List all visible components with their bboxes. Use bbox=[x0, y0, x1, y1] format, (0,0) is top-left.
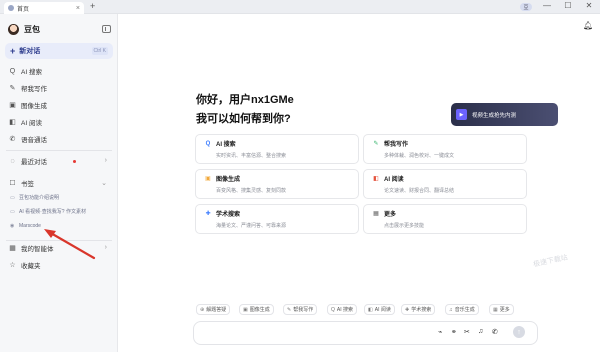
video-promo-banner[interactable]: ▶ 视频生成抢先内测 bbox=[451, 103, 558, 126]
scissors-icon[interactable]: ✂ bbox=[464, 328, 470, 336]
card-desc: 实时资讯、丰富信源、整合搜索 bbox=[216, 153, 287, 159]
card-desc: 海量论文、严谨问答、可靠来源 bbox=[216, 223, 287, 229]
card-title: 图像生成 bbox=[216, 177, 241, 183]
send-button[interactable]: ↑ bbox=[513, 326, 525, 338]
chip-label: AI 阅读 bbox=[374, 307, 391, 313]
promo-label: 视频生成抢先内测 bbox=[472, 112, 517, 119]
card-title: 帮我写作 bbox=[384, 142, 409, 148]
card-title: AI 搜索 bbox=[216, 142, 236, 148]
search-icon: Q bbox=[331, 306, 335, 313]
chip-label: 音乐生成 bbox=[454, 307, 475, 313]
skill-card-more[interactable]: ▦ 更多 点击展示更多技能 bbox=[363, 204, 527, 234]
image-icon: ▣ bbox=[243, 306, 248, 313]
skill-card-writing[interactable]: ✎ 帮我写作 多种体裁、润色校对、一键成文 bbox=[363, 134, 527, 164]
pen-icon: ✎ bbox=[287, 306, 292, 313]
chip-more[interactable]: ▦ 更多 bbox=[489, 304, 514, 315]
chip-writing[interactable]: ✎ 帮我写作 bbox=[283, 304, 318, 315]
chip-label: 帮我写作 bbox=[293, 307, 314, 313]
academic-icon: ✚ bbox=[405, 306, 410, 313]
skill-card-image[interactable]: ▣ 图像生成 百变风格、搜集灵感、复刻同款 bbox=[195, 169, 359, 199]
phone-icon[interactable]: ✆ bbox=[492, 328, 498, 336]
chip-academic[interactable]: ✚ 学术搜索 bbox=[401, 304, 436, 315]
music-icon: ♫ bbox=[449, 306, 453, 313]
card-desc: 点击展示更多技能 bbox=[384, 223, 425, 229]
image-icon: ▣ bbox=[205, 176, 211, 182]
reader-icon: ◧ bbox=[368, 306, 373, 313]
more-icon: ▦ bbox=[373, 211, 379, 217]
more-icon: ▦ bbox=[493, 306, 498, 313]
pen-icon: ✎ bbox=[373, 141, 379, 147]
card-desc: 百变风格、搜集灵感、复刻同款 bbox=[216, 188, 287, 194]
question-icon: ⊕ bbox=[200, 306, 205, 313]
card-title: 更多 bbox=[384, 212, 397, 218]
chip-label: 解题答疑 bbox=[206, 307, 227, 313]
skill-card-ai-read[interactable]: ◧ AI 阅读 论文速读、财报合同、翻译总结 bbox=[363, 169, 527, 199]
question-heading: 我可以如何帮到你? bbox=[196, 113, 291, 125]
chip-ai-search[interactable]: Q AI 搜索 bbox=[327, 304, 358, 315]
greeting-heading: 你好，用户nx1GMe bbox=[196, 94, 294, 106]
skill-card-academic[interactable]: ✚ 学术搜索 海量论文、严谨问答、可靠来源 bbox=[195, 204, 359, 234]
video-play-icon: ▶ bbox=[456, 109, 467, 120]
mic-icon[interactable]: ♫ bbox=[478, 328, 483, 335]
app-window: 首页 × + 豆 — ☐ ✕ 豆包 + 新对话 Ctrl K Q AI 搜索 ✎… bbox=[0, 0, 600, 352]
chip-problem-solving[interactable]: ⊕ 解题答疑 bbox=[196, 304, 231, 315]
card-desc: 多种体裁、润色校对、一键成文 bbox=[384, 153, 455, 159]
chip-ai-read[interactable]: ◧ AI 阅读 bbox=[364, 304, 395, 315]
chip-label: 更多 bbox=[499, 307, 510, 313]
link-icon[interactable]: ⚭ bbox=[451, 328, 457, 336]
attach-icon[interactable]: ⌁ bbox=[438, 328, 442, 336]
academic-icon: ✚ bbox=[205, 211, 211, 217]
chip-label: 学术搜索 bbox=[411, 307, 432, 313]
bell-icon[interactable]: 🔔︎ bbox=[583, 21, 593, 30]
chip-image[interactable]: ▣ 图像生成 bbox=[239, 304, 274, 315]
card-title: 学术搜索 bbox=[216, 212, 241, 218]
chip-music[interactable]: ♫ 音乐生成 bbox=[445, 304, 479, 315]
chip-label: AI 搜索 bbox=[336, 307, 354, 313]
skill-card-ai-search[interactable]: Q AI 搜索 实时资讯、丰富信源、整合搜索 bbox=[195, 134, 359, 164]
reader-icon: ◧ bbox=[373, 176, 379, 182]
chip-label: 图像生成 bbox=[249, 307, 270, 313]
search-icon: Q bbox=[205, 140, 211, 147]
chat-input[interactable] bbox=[193, 321, 538, 345]
card-desc: 论文速读、财报合同、翻译总结 bbox=[384, 188, 455, 194]
card-title: AI 阅读 bbox=[384, 177, 404, 183]
